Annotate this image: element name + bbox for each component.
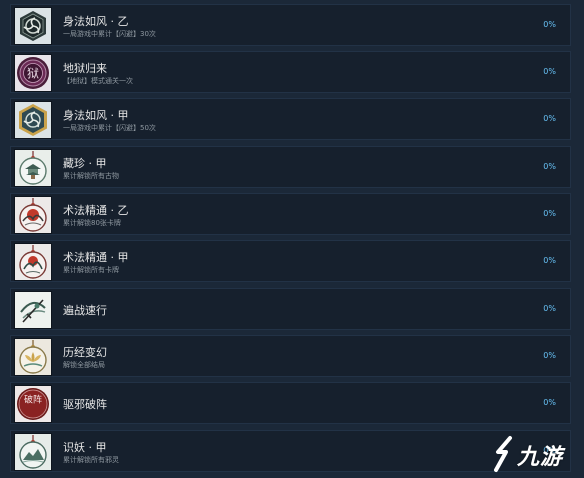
achievement-title: 驱邪破阵 [63, 398, 107, 411]
achievement-row[interactable]: 藏珍 · 甲 累计解锁所有古物 0% [10, 146, 571, 188]
sword-swirl-icon [14, 291, 52, 329]
achievement-title: 术法精通 · 乙 [63, 204, 129, 217]
achievement-description: 累计解锁所有卡牌 [63, 266, 119, 274]
achievement-description: 一局游戏中累计【闪避】30次 [63, 30, 156, 38]
achievement-percent: 0% [543, 256, 556, 265]
achievement-title: 身法如风 · 乙 [63, 15, 129, 28]
break-seal-glyph: 破阵 [24, 394, 42, 406]
hell-seal-icon: 狱 [14, 54, 52, 92]
achievement-row[interactable]: 身法如风 · 甲 一局游戏中累计【闪避】50次 0% [10, 98, 571, 140]
achievement-description: 解锁全部结局 [63, 361, 105, 369]
achievement-percent: 0% [543, 351, 556, 360]
achievement-description: 一局游戏中累计【闪避】50次 [63, 124, 156, 132]
pagoda-pendant-icon [14, 149, 52, 187]
achievement-title: 藏珍 · 甲 [63, 157, 107, 170]
watermark-logo-icon [494, 436, 512, 472]
achievement-row[interactable]: 术法精通 · 甲 累计解锁所有卡牌 0% [10, 240, 571, 282]
achievement-row[interactable]: 身法如风 · 乙 一局游戏中累计【闪避】30次 0% [10, 4, 571, 46]
achievement-percent: 0% [543, 114, 556, 123]
achievement-title: 地狱归来 [63, 62, 107, 75]
achievement-row[interactable]: 遍战速行 0% [10, 288, 571, 330]
crane-pendant-red-icon [14, 243, 52, 281]
achievement-title: 识妖 · 甲 [63, 441, 107, 454]
achievement-title: 历经变幻 [63, 346, 107, 359]
achievement-percent: 0% [543, 398, 556, 407]
lotus-pendant-icon [14, 338, 52, 376]
achievement-description: 累计解锁所有邪灵 [63, 456, 119, 464]
hell-seal-glyph: 狱 [27, 67, 39, 81]
watermark: 九游 [490, 430, 584, 478]
crane-pendant-icon [14, 196, 52, 234]
achievement-title: 术法精通 · 甲 [63, 251, 129, 264]
achievement-description: 累计解锁80张卡牌 [63, 219, 121, 227]
achievement-description: 累计解锁所有古物 [63, 172, 119, 180]
achievement-percent: 0% [543, 67, 556, 76]
watermark-text: 九游 [517, 445, 564, 470]
mountain-pendant-icon [14, 433, 52, 471]
achievement-percent: 0% [543, 209, 556, 218]
achievement-title: 身法如风 · 甲 [63, 109, 129, 122]
triskelion-badge-icon [14, 7, 52, 45]
break-formation-seal-icon: 破阵 [14, 385, 52, 423]
achievement-percent: 0% [543, 304, 556, 313]
achievement-description: 【地狱】模式通关一次 [63, 77, 133, 85]
achievement-title: 遍战速行 [63, 304, 107, 317]
achievement-percent: 0% [543, 20, 556, 29]
triskelion-badge-gold-icon [14, 101, 52, 139]
achievement-row[interactable]: 破阵 驱邪破阵 0% [10, 382, 571, 424]
achievement-percent: 0% [543, 162, 556, 171]
achievement-row[interactable]: 术法精通 · 乙 累计解锁80张卡牌 0% [10, 193, 571, 235]
achievement-row[interactable]: 狱 地狱归来 【地狱】模式通关一次 0% [10, 51, 571, 93]
achievement-row[interactable]: 历经变幻 解锁全部结局 0% [10, 335, 571, 377]
achievement-row[interactable]: 识妖 · 甲 累计解锁所有邪灵 0% [10, 430, 571, 472]
